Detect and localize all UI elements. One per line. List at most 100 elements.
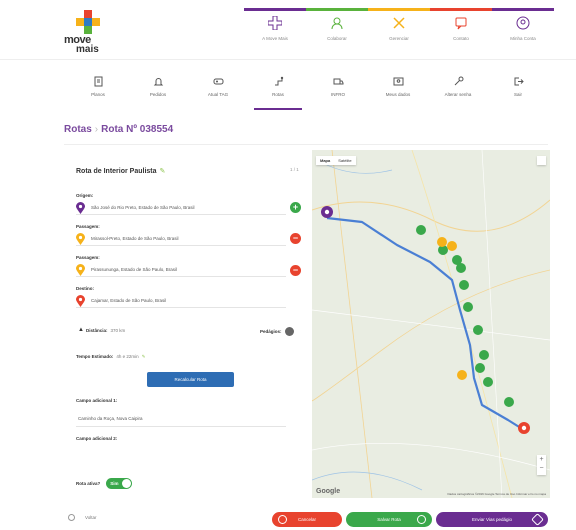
cancel-icon — [278, 515, 287, 524]
origin-value: São José do Rio Preto, Estado de São Pau… — [91, 205, 195, 210]
subnav-alterar-senha[interactable]: Alterar senha — [428, 76, 488, 106]
top-header: move mais A Move Mais Colaborar Gerencia… — [0, 0, 576, 60]
map-type-satellite[interactable]: Satélite — [334, 156, 355, 165]
map-type-map[interactable]: Mapa — [316, 156, 334, 165]
distance-label: Distância: — [85, 327, 108, 333]
fullscreen-icon[interactable] — [537, 156, 546, 165]
map-attribution[interactable]: Dados cartográficos ©2016 Google Termos … — [447, 492, 546, 496]
remove-stop2-button[interactable]: − — [290, 265, 301, 276]
subnav-rotas[interactable]: Rotas — [248, 76, 308, 110]
stop1-field[interactable]: Mirassol-Preto, Estado de São Paulo, Bra… — [76, 232, 286, 246]
sub-nav: Planos Pedidos Atual TAG Rotas INFRO Meu… — [68, 76, 548, 110]
divider — [64, 144, 548, 145]
subnav-label: Pedidos — [149, 92, 167, 97]
nav-color-strip-4 — [430, 8, 492, 11]
recalculate-route-button[interactable]: Recalcular Rota — [147, 372, 234, 387]
stop2-field[interactable]: Pirassununga, Estado de São Paulo, Brasi… — [76, 263, 286, 277]
zoom-out-icon[interactable]: − — [537, 464, 546, 473]
tolls[interactable]: Pedágios: — [260, 327, 294, 336]
id-card-icon — [393, 77, 403, 86]
breadcrumb-current: Rota Nº 038554 — [101, 124, 174, 135]
subnav-atual-tag[interactable]: Atual TAG — [188, 76, 248, 106]
dest-label: Destino: — [76, 286, 94, 291]
route-map[interactable]: Mapa Satélite + − Google Dados cartográfi… — [312, 150, 550, 498]
subnav-label: Planos — [91, 92, 105, 97]
subnav-label: Meus dados — [385, 92, 411, 97]
subnav-planos[interactable]: Planos — [68, 76, 128, 106]
back-label: Voltar — [85, 515, 97, 520]
breadcrumb-root[interactable]: Rotas — [64, 124, 92, 135]
save-route-button[interactable]: Salvar Rota — [346, 512, 432, 527]
edit-icon[interactable]: ✎ — [142, 354, 146, 359]
top-nav-gerenciar[interactable]: Gerenciar — [368, 12, 430, 48]
dest-field[interactable]: Cajamar, Estado de São Paulo, Brasil — [76, 294, 286, 308]
toggle-value: Sim — [110, 481, 119, 486]
add-stop-button[interactable]: + — [290, 202, 301, 213]
map-type-control: Mapa Satélite — [316, 156, 356, 165]
toggle-knob — [122, 479, 132, 488]
google-logo: Google — [316, 488, 341, 495]
clipboard-icon — [94, 76, 102, 87]
tag-icon — [213, 78, 223, 85]
save-label: Salvar Rota — [377, 517, 401, 522]
send-label: Enviar Vias pedágio — [472, 517, 512, 522]
route-title-text: Rota de Interior Paulista — [76, 168, 157, 175]
stop2-value: Pirassununga, Estado de São Paulo, Brasi… — [91, 267, 178, 272]
tools-icon — [393, 17, 405, 29]
top-nav-colaborar[interactable]: Colaborar — [306, 12, 368, 48]
map-background — [312, 150, 550, 498]
cancel-button[interactable]: Cancelar — [272, 512, 342, 527]
logo-word-2: mais — [76, 44, 99, 55]
top-nav-label: Colaborar — [327, 36, 347, 41]
remove-stop1-button[interactable]: − — [290, 233, 301, 244]
subnav-infro[interactable]: INFRO — [308, 76, 368, 106]
subnav-label: Atual TAG — [207, 92, 229, 97]
time-value: 4h e 22min — [116, 354, 139, 359]
cancel-label: Cancelar — [297, 517, 316, 522]
edit-icon[interactable]: ✎ — [160, 168, 166, 175]
person-icon — [331, 17, 343, 30]
stop1-value: Mirassol-Preto, Estado de São Paulo, Bra… — [91, 236, 179, 241]
top-nav-minha-conta[interactable]: Minha Conta — [492, 12, 554, 48]
distance-value: 370 km — [110, 327, 126, 333]
route-count: 1 / 1 — [290, 167, 299, 172]
back-link[interactable]: Voltar — [68, 514, 97, 521]
route-title[interactable]: Rota de Interior Paulista ✎ — [76, 167, 165, 175]
toll-icon — [284, 327, 294, 336]
back-icon — [68, 514, 75, 521]
breadcrumb: Rotas › Rota Nº 038554 — [64, 124, 173, 135]
subnav-label: Alterar senha — [444, 92, 472, 97]
top-nav-label: Minha Conta — [510, 36, 536, 41]
extra-field-1-label: Campo adicional 1: — [76, 398, 118, 403]
top-nav-label: Gerenciar — [389, 36, 409, 41]
top-nav-contato[interactable]: Contato — [430, 12, 492, 48]
subnav-meus-dados[interactable]: Meus dados — [368, 76, 428, 106]
top-nav: A Move Mais Colaborar Gerenciar Contato … — [244, 12, 554, 48]
nav-color-strip-3 — [368, 8, 430, 11]
zoom-in-icon[interactable]: + — [537, 455, 546, 464]
tag-icon — [531, 513, 544, 526]
truck-icon — [333, 78, 343, 85]
subnav-pedidos[interactable]: Pedidos — [128, 76, 188, 106]
extra-field-2-label: Campo adicional 2: — [76, 436, 118, 441]
extra-field-1-input[interactable]: Caminho da Roça, Nova Caipira — [76, 413, 286, 427]
top-nav-move-mais[interactable]: A Move Mais — [244, 12, 306, 48]
subnav-label: Sair — [513, 92, 522, 97]
move-mais-logo[interactable]: move mais — [62, 10, 114, 56]
subnav-sair[interactable]: Sair — [488, 76, 548, 106]
road-icon: ▲ — [78, 327, 84, 333]
route-active-toggle[interactable]: Sim — [106, 478, 133, 489]
bell-icon — [153, 78, 163, 86]
nav-color-strip-2 — [306, 8, 368, 11]
route-active-label: Rota ativa? — [76, 481, 101, 486]
nav-color-strip-1 — [244, 8, 306, 11]
send-toll-button[interactable]: Enviar Vias pedágio — [436, 512, 548, 527]
top-nav-label: Contato — [453, 36, 469, 41]
origin-field[interactable]: São José do Rio Preto, Estado de São Pau… — [76, 201, 286, 215]
stop1-label: Passagem: — [76, 224, 100, 229]
time-label: Tempo Estimado: — [76, 354, 114, 359]
origin-pin-icon — [76, 201, 85, 214]
zoom-control[interactable]: + − — [537, 455, 546, 475]
top-nav-label: A Move Mais — [262, 36, 288, 41]
user-icon — [516, 16, 530, 30]
